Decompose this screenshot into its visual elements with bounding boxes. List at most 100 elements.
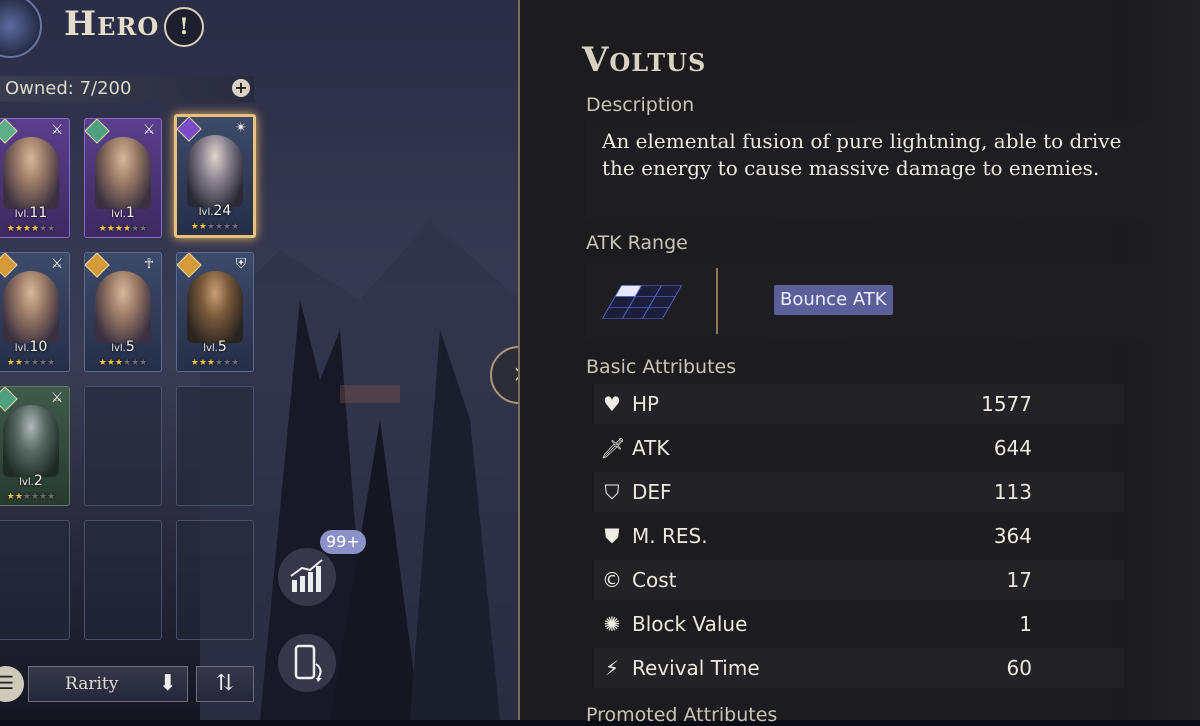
promoted-attributes-label: Promoted Attributes	[586, 704, 778, 726]
notification-badge: 99+	[320, 530, 366, 554]
heart-icon: ♥	[603, 392, 621, 416]
diamond-icon	[177, 253, 202, 278]
cost-icon: ©	[602, 568, 622, 592]
star-rating: ★★★★★★	[190, 358, 240, 368]
attribute-value: 60	[1006, 656, 1032, 680]
empty-hero-slot	[0, 520, 70, 640]
hero-portrait	[3, 271, 59, 343]
hero-card[interactable]: ☥ lvl.5 ★★★★★★	[84, 252, 162, 372]
attribute-row-block: ✺ Block Value 1	[594, 604, 1124, 644]
star-rating: ★★★★★★	[190, 222, 240, 232]
empty-hero-slot	[176, 520, 254, 640]
hero-portrait	[3, 137, 59, 209]
attribute-value: 17	[1006, 568, 1032, 592]
star-rating: ★★★★★★	[98, 358, 148, 368]
bounce-atk-tag[interactable]: Bounce ATK	[774, 285, 893, 315]
crossed-swords-icon: ⚔	[50, 256, 64, 272]
attribute-value: 364	[993, 524, 1032, 548]
attribute-name: Revival Time	[632, 656, 760, 680]
block-icon: ✺	[603, 612, 621, 636]
shield-icon: ⛨	[235, 256, 247, 272]
star-rating: ★★★★★★	[6, 358, 56, 368]
crossed-swords-icon: ⚔	[50, 122, 64, 138]
attribute-value: 644	[993, 436, 1032, 460]
hero-level: lvl.5	[111, 339, 135, 355]
empty-hero-slot	[176, 386, 254, 506]
hero-card[interactable]: ⚔ lvl.2 ★★★★★★	[0, 386, 70, 506]
basic-attributes-label: Basic Attributes	[586, 356, 737, 378]
forest-backdrop	[0, 0, 520, 720]
page-title: Hero	[64, 4, 160, 44]
diamond-icon	[0, 119, 18, 144]
attribute-value: 1	[1019, 612, 1032, 636]
attribute-value: 1577	[981, 392, 1032, 416]
attribute-row-mres: ⛊ M. RES. 364	[594, 516, 1124, 556]
hero-level: lvl.10	[14, 339, 48, 355]
shield-icon: ⛉	[604, 480, 620, 504]
sword-icon: 🗡	[600, 436, 626, 460]
stats-button[interactable]	[278, 548, 336, 606]
diamond-icon	[0, 253, 18, 278]
attribute-row-hp: ♥ HP 1577	[594, 384, 1124, 424]
star-rating: ★★★★★★	[6, 492, 56, 502]
hero-level: lvl.24	[198, 203, 232, 219]
praying-hands-icon: ☥	[143, 256, 155, 272]
attribute-row-cost: © Cost 17	[594, 560, 1124, 600]
hero-level: lvl.11	[14, 205, 48, 221]
sort-by-select[interactable]: Rarity ⬇	[28, 666, 188, 702]
hero-card[interactable]: ⚔ lvl.10 ★★★★★★	[0, 252, 70, 372]
hero-card[interactable]: ⚔ lvl.1 ★★★★★★	[84, 118, 162, 238]
attribute-row-revival: ⚡ Revival Time 60	[594, 648, 1124, 688]
diamond-icon	[85, 253, 110, 278]
owned-count-bar: Owned: 7/200 +	[0, 76, 254, 102]
attribute-name: Cost	[632, 568, 677, 592]
revival-icon: ⚡	[604, 656, 620, 680]
description-label: Description	[586, 94, 695, 116]
attribute-name: M. RES.	[632, 524, 708, 548]
swap-order-icon: ⇅	[215, 671, 235, 696]
attribute-name: ATK	[632, 436, 670, 460]
attribute-value: 113	[993, 480, 1032, 504]
star-rating: ★★★★★★	[98, 224, 148, 234]
hero-portrait	[187, 271, 243, 343]
hero-detail-panel: Voltus Description An elemental fusion o…	[518, 0, 1200, 726]
background-scene	[0, 0, 520, 720]
sort-label: Rarity	[65, 674, 119, 694]
attribute-name: DEF	[632, 480, 672, 504]
atk-range-label: ATK Range	[586, 232, 688, 254]
phone-rotate-icon	[294, 644, 322, 682]
diamond-icon	[85, 119, 110, 144]
arrow-down-icon: ⬇	[158, 671, 177, 696]
filter-icon: ☰	[0, 673, 15, 694]
sort-order-toggle[interactable]: ⇅	[196, 666, 254, 702]
crossed-swords-icon: ⚔	[50, 390, 64, 406]
owned-count-label: Owned: 7/200	[5, 78, 132, 99]
magic-shield-icon: ⛊	[604, 524, 620, 548]
hero-card[interactable]: ⚔ lvl.11 ★★★★★★	[0, 118, 70, 238]
attribute-name: Block Value	[632, 612, 748, 636]
hero-card[interactable]: ⛨ lvl.5 ★★★★★★	[176, 252, 254, 372]
empty-hero-slot	[84, 520, 162, 640]
empty-hero-slot	[84, 386, 162, 506]
hero-level: lvl.1	[111, 205, 135, 221]
hero-level: lvl.2	[19, 473, 43, 489]
hero-level: lvl.5	[203, 339, 227, 355]
crossed-swords-icon: ⚔	[142, 122, 156, 138]
lightning-icon	[177, 117, 202, 142]
help-button[interactable]: !	[164, 7, 204, 47]
range-divider	[716, 268, 718, 334]
range-grid-icon	[602, 285, 682, 319]
diamond-icon	[0, 387, 18, 412]
hero-card-selected[interactable]: ✴ lvl.24 ★★★★★★	[174, 114, 256, 238]
attribute-row-def: ⛉ DEF 113	[594, 472, 1124, 512]
attribute-name: HP	[632, 392, 660, 416]
panel-edge-shade	[1122, 0, 1200, 720]
hero-portrait	[3, 405, 59, 477]
spark-icon: ✴	[235, 120, 247, 136]
bar-chart-icon	[290, 559, 323, 592]
hero-portrait	[95, 137, 151, 209]
hero-portrait	[187, 135, 243, 207]
rotate-screen-button[interactable]	[278, 634, 336, 692]
attribute-row-atk: 🗡 ATK 644	[594, 428, 1124, 468]
add-slots-button[interactable]: +	[232, 79, 250, 97]
